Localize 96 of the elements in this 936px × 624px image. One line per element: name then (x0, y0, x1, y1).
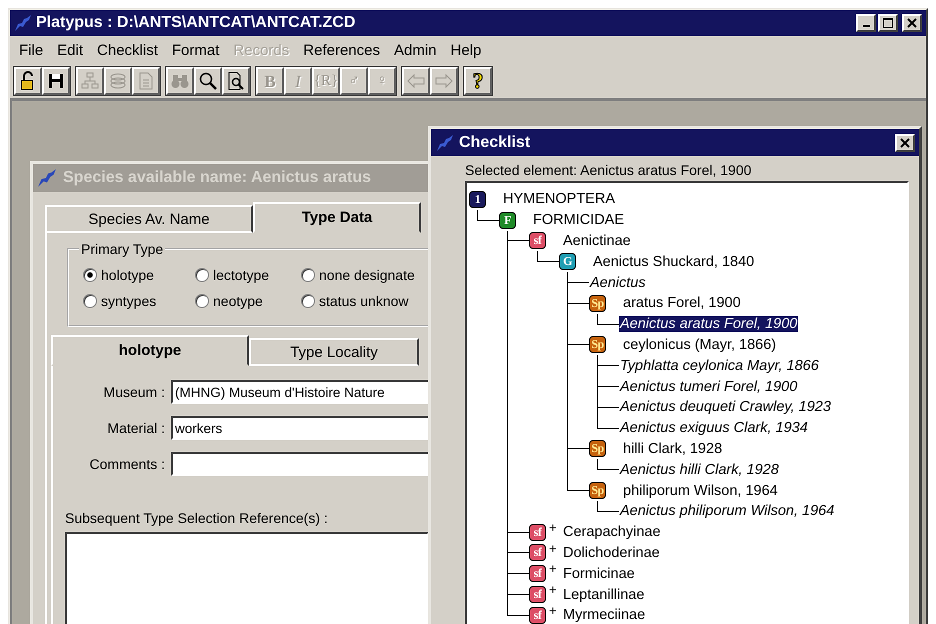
radio-label: neotype (213, 293, 263, 309)
tree-item[interactable]: Cerapachyinae (562, 524, 662, 540)
radio-button[interactable] (83, 268, 97, 282)
radio-label: holotype (101, 267, 154, 283)
tree-item[interactable]: aratus Forel, 1900 (622, 295, 742, 312)
radio-label: status unknow (319, 293, 408, 309)
field-label: Subsequent Type Selection Reference(s) : (65, 510, 329, 526)
tree-item[interactable]: hilli Clark, 1928 (622, 440, 724, 457)
tree-item[interactable]: Aenictus aratus Forel, 1900 (619, 316, 798, 332)
selected-element-label: Selected element: Aenictus aratus Forel, 1900 (465, 162, 752, 178)
rank-badge: sf (529, 232, 546, 250)
field-label: Material : (106, 420, 165, 436)
expand-toggle[interactable]: + (549, 520, 557, 534)
layers-icon (108, 71, 128, 91)
left-arrow-icon (406, 71, 426, 91)
tab[interactable]: holotype (51, 335, 249, 366)
app-icon (14, 14, 32, 32)
tab[interactable]: Species Av. Name (45, 205, 253, 233)
tree-item[interactable]: Typhlatta ceylonica Mayr, 1866 (619, 358, 820, 374)
field-label: Comments : (88, 456, 165, 472)
rank-badge: Sp (589, 294, 606, 312)
window-title: Platypus : D:\ANTS\ANTCAT\ANTCAT.ZCD (36, 14, 356, 32)
input-field[interactable]: workers (171, 416, 431, 440)
rank-badge: sf (529, 606, 546, 624)
radio-label: none designate (319, 267, 415, 283)
rank-badge: Sp (589, 482, 606, 500)
menu-item[interactable]: Checklist (90, 42, 165, 58)
close-button[interactable] (902, 14, 922, 32)
tree-item[interactable]: FORMICIDAE (532, 212, 626, 228)
rank-badge: F (499, 212, 516, 229)
tree-item[interactable]: ceylonicus (Mayr, 1866) (622, 336, 778, 353)
radio-button[interactable] (301, 294, 315, 308)
maximize-icon (883, 18, 893, 28)
radio-label: syntypes (101, 293, 156, 309)
expand-toggle[interactable]: + (549, 583, 557, 596)
radio-label: lectotype (213, 267, 270, 283)
tab[interactable]: Type Data (253, 202, 421, 233)
input-field[interactable]: (MHNG) Museum d'Histoire Nature (171, 380, 431, 404)
rank-badge: Sp (589, 440, 606, 458)
tree-item[interactable]: Aenictus philiporum Wilson, 1964 (619, 503, 836, 520)
minimize-icon (862, 25, 870, 27)
toolbar-button[interactable] (194, 67, 222, 95)
rank-badge: G (559, 253, 576, 270)
tree-item[interactable]: Aenictus deuqueti Crawley, 1923 (619, 399, 832, 416)
radio-button[interactable] (195, 268, 209, 282)
tab[interactable]: Type Locality (249, 338, 419, 366)
expand-toggle[interactable]: + (549, 562, 557, 576)
toolbar-button[interactable] (42, 67, 70, 95)
menu-item[interactable]: File (12, 42, 50, 58)
close-icon (900, 138, 910, 148)
tree-item[interactable]: Formicinae (562, 566, 636, 582)
hierarchy-icon (80, 71, 100, 91)
tree-item[interactable]: Leptanillinae (562, 586, 646, 603)
rank-badge: sf (529, 586, 546, 604)
radio-button[interactable] (83, 294, 97, 308)
menu-item[interactable]: Format (164, 42, 226, 58)
toolbar-button[interactable] (14, 67, 42, 95)
input-field[interactable] (171, 452, 431, 476)
menu-item[interactable]: Edit (50, 42, 90, 58)
expand-toggle[interactable]: + (549, 604, 557, 617)
app-icon (37, 168, 57, 188)
text-area[interactable] (65, 532, 429, 624)
radio-button[interactable] (195, 294, 209, 308)
maximize-button[interactable] (878, 14, 898, 32)
page-search-icon (226, 71, 246, 91)
rank-badge: sf (529, 524, 546, 541)
tree-item[interactable]: HYMENOPTERA (502, 191, 616, 208)
right-arrow-icon (434, 71, 454, 91)
tree-item[interactable]: philiporum Wilson, 1964 (622, 482, 779, 499)
menu-item[interactable]: Admin (386, 42, 444, 58)
app-icon (435, 134, 455, 152)
toolbar-button[interactable] (222, 67, 250, 95)
radio-button[interactable] (301, 268, 315, 282)
menu-item[interactable]: Help (444, 42, 488, 58)
field-label: Museum : (102, 384, 165, 400)
tree-item[interactable]: Aenictus Shuckard, 1840 (592, 254, 756, 270)
rank-badge: sf (529, 544, 546, 562)
close-button[interactable] (895, 134, 915, 152)
search-icon (198, 71, 218, 91)
tree-item[interactable]: Aenictus (589, 274, 647, 291)
tree-item[interactable]: Aenictus exiguus Clark, 1934 (619, 420, 809, 436)
group-label: Primary Type (80, 241, 164, 257)
tree-item[interactable]: Dolichoderinae (562, 544, 661, 561)
minimize-button[interactable] (856, 14, 876, 32)
tree-item[interactable]: Aenictus hilli Clark, 1928 (619, 462, 780, 478)
window-title: Checklist (459, 134, 530, 152)
menu-item[interactable]: References (296, 42, 387, 58)
rank-badge: sf (529, 565, 546, 582)
tree-item[interactable]: Aenictinae (562, 232, 632, 249)
close-icon (907, 18, 917, 28)
window-title: Species available name: Aenictus aratus (63, 169, 371, 187)
tree-item[interactable]: Myrmeciinae (562, 607, 646, 624)
rank-badge: Sp (589, 336, 606, 354)
expand-toggle[interactable]: + (549, 542, 557, 555)
tree-item[interactable]: Aenictus tumeri Forel, 1900 (619, 378, 798, 395)
rank-badge: 1 (469, 190, 486, 208)
